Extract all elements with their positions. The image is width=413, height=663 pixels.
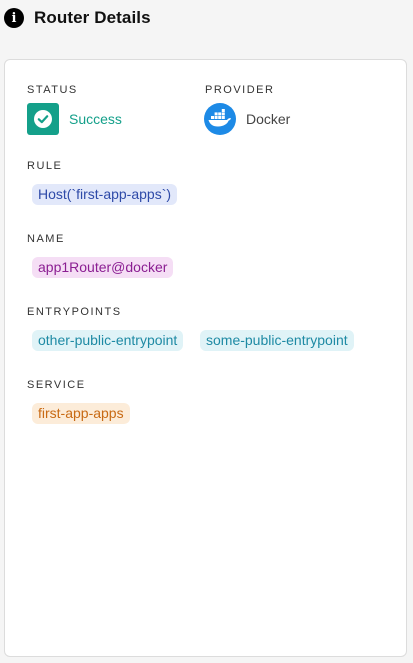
service-chip: first-app-apps — [32, 403, 130, 424]
name-chip: app1Router@docker — [32, 257, 174, 278]
panel-header: i Router Details — [4, 8, 151, 28]
status-label: STATUS — [27, 84, 78, 96]
provider-label: PROVIDER — [205, 84, 275, 96]
name-label: NAME — [27, 233, 65, 245]
entrypoints-label: ENTRYPOINTS — [27, 306, 122, 318]
provider-value: Docker — [246, 111, 291, 127]
docker-icon — [204, 103, 236, 135]
status-indicator: Success — [27, 103, 122, 135]
entrypoint-chip: other-public-entrypoint — [32, 330, 184, 351]
status-value: Success — [69, 111, 122, 127]
info-icon: i — [4, 8, 24, 28]
rule-label: RULE — [27, 160, 63, 172]
service-label: SERVICE — [27, 379, 86, 391]
router-details-card: STATUS Success PROVIDER Docker RULE Host… — [4, 59, 407, 657]
entrypoint-chip: some-public-entrypoint — [200, 330, 354, 351]
page-title: Router Details — [34, 8, 151, 27]
rule-chip: Host(`first-app-apps`) — [32, 184, 178, 205]
provider-indicator: Docker — [204, 103, 290, 135]
check-icon — [27, 103, 59, 135]
